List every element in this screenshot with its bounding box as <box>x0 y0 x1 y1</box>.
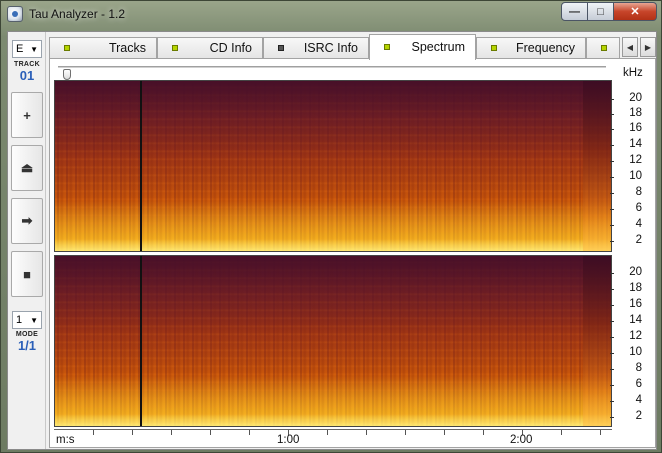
spectrum-panel: kHz 20 18 16 14 12 10 8 6 4 2 20 18 16 1… <box>49 58 656 448</box>
status-led-icon <box>64 45 70 51</box>
play-button[interactable]: ➡ <box>11 198 43 244</box>
time-axis: m:s 1:00 2:00 <box>54 429 612 447</box>
caption-buttons: — □ ✕ <box>561 2 657 21</box>
freq-tick: 8 <box>610 362 642 374</box>
stop-button[interactable]: ■ <box>11 251 43 297</box>
zoom-in-button[interactable]: + <box>11 92 43 138</box>
time-tick-mark <box>249 430 250 435</box>
freq-tick: 16 <box>610 298 642 310</box>
tab-scroll-buttons: ◀ ▶ <box>622 37 656 57</box>
time-tick-mark <box>483 430 484 435</box>
time-tick-mark <box>171 430 172 435</box>
title-bar[interactable]: Tau Analyzer - 1.2 — □ ✕ <box>1 1 661 29</box>
freq-tick: 14 <box>610 314 642 326</box>
freq-tick: 20 <box>610 92 642 104</box>
tab-label: Frequency <box>515 41 575 55</box>
freq-tick: 14 <box>610 138 642 150</box>
plus-icon: + <box>23 107 31 123</box>
freq-tick: 6 <box>610 202 642 214</box>
spectrogram-left-channel[interactable] <box>54 80 612 252</box>
time-tick-mark <box>444 430 445 435</box>
status-led-icon <box>491 45 497 51</box>
tab-label: CD Info <box>209 41 252 55</box>
freq-tick: 20 <box>610 266 642 278</box>
window-title: Tau Analyzer - 1.2 <box>29 7 126 21</box>
freq-tick: 18 <box>610 282 642 294</box>
tab-next-partial[interactable] <box>586 37 620 59</box>
eject-button[interactable]: ⏏ <box>11 145 43 191</box>
status-led-icon <box>278 45 284 51</box>
time-tick-label: 1:00 <box>277 434 300 446</box>
mode-caption: MODE <box>15 331 39 338</box>
freq-tick: 4 <box>610 218 642 230</box>
drive-value: E <box>16 43 24 55</box>
freq-tick: 10 <box>610 346 642 358</box>
freq-tick: 2 <box>610 234 642 246</box>
tab-cd-info[interactable]: CD Info <box>157 37 263 59</box>
minimize-button[interactable]: — <box>561 2 588 21</box>
tab-isrc-info[interactable]: ISRC Info <box>263 37 369 59</box>
tab-tracks[interactable]: Tracks <box>49 37 157 59</box>
chevron-down-icon: ▼ <box>30 316 38 325</box>
time-tick-label: 2:00 <box>510 434 533 446</box>
freq-tick: 10 <box>610 170 642 182</box>
tab-label: Tracks <box>108 41 146 55</box>
app-icon <box>7 6 23 22</box>
slider-thumb[interactable] <box>63 69 71 80</box>
playhead-cursor[interactable] <box>140 256 142 426</box>
time-tick-mark <box>561 430 562 435</box>
stop-icon: ■ <box>23 266 31 282</box>
play-arrow-icon: ➡ <box>21 213 33 228</box>
tab-label: ISRC Info <box>303 41 358 55</box>
freq-tick: 12 <box>610 154 642 166</box>
mode-select[interactable]: 1 ▼ <box>12 311 42 329</box>
status-led-icon <box>601 45 607 51</box>
track-number: 01 <box>19 68 35 83</box>
time-tick-mark <box>93 430 94 435</box>
freq-tick: 12 <box>610 330 642 342</box>
scroll-left-icon[interactable]: ◀ <box>622 37 638 57</box>
freq-tick: 4 <box>610 394 642 406</box>
left-toolbar: E ▼ TRACK 01 + ⏏ ➡ ■ 1 ▼ MODE 1/1 <box>8 32 46 449</box>
freq-tick: 6 <box>610 378 642 390</box>
freq-tick: 2 <box>610 410 642 422</box>
tab-strip: Tracks CD Info ISRC Info Spectrum Freque… <box>49 34 656 60</box>
time-tick-mark <box>405 430 406 435</box>
status-led-icon <box>172 45 178 51</box>
close-button[interactable]: ✕ <box>614 2 657 21</box>
time-tick-mark <box>366 430 367 435</box>
tab-frequency[interactable]: Frequency <box>476 37 586 59</box>
chevron-down-icon: ▼ <box>30 45 38 54</box>
client-area: E ▼ TRACK 01 + ⏏ ➡ ■ 1 ▼ MODE 1/1 Tracks… <box>7 31 657 450</box>
tab-spectrum[interactable]: Spectrum <box>369 34 476 60</box>
status-led-icon <box>384 44 390 50</box>
mode-value: 1 <box>16 314 23 326</box>
time-tick-mark <box>132 430 133 435</box>
time-axis-label: m:s <box>56 434 75 446</box>
time-tick-mark <box>327 430 328 435</box>
unit-label: kHz <box>623 67 643 79</box>
freq-tick: 8 <box>610 186 642 198</box>
eject-icon: ⏏ <box>20 160 34 175</box>
position-slider[interactable] <box>58 66 606 80</box>
mode-number: 1/1 <box>17 338 37 353</box>
track-caption: TRACK <box>14 61 40 68</box>
freq-tick: 18 <box>610 107 642 119</box>
tab-label: Spectrum <box>411 40 466 54</box>
app-window: Tau Analyzer - 1.2 — □ ✕ E ▼ TRACK 01 + … <box>0 0 662 453</box>
playhead-cursor[interactable] <box>140 81 142 251</box>
time-tick-mark <box>600 430 601 435</box>
drive-select[interactable]: E ▼ <box>12 40 42 58</box>
time-tick-mark <box>210 430 211 435</box>
freq-tick: 16 <box>610 122 642 134</box>
scroll-right-icon[interactable]: ▶ <box>640 37 656 57</box>
maximize-button[interactable]: □ <box>588 2 614 21</box>
spectrogram-right-channel[interactable] <box>54 255 612 427</box>
